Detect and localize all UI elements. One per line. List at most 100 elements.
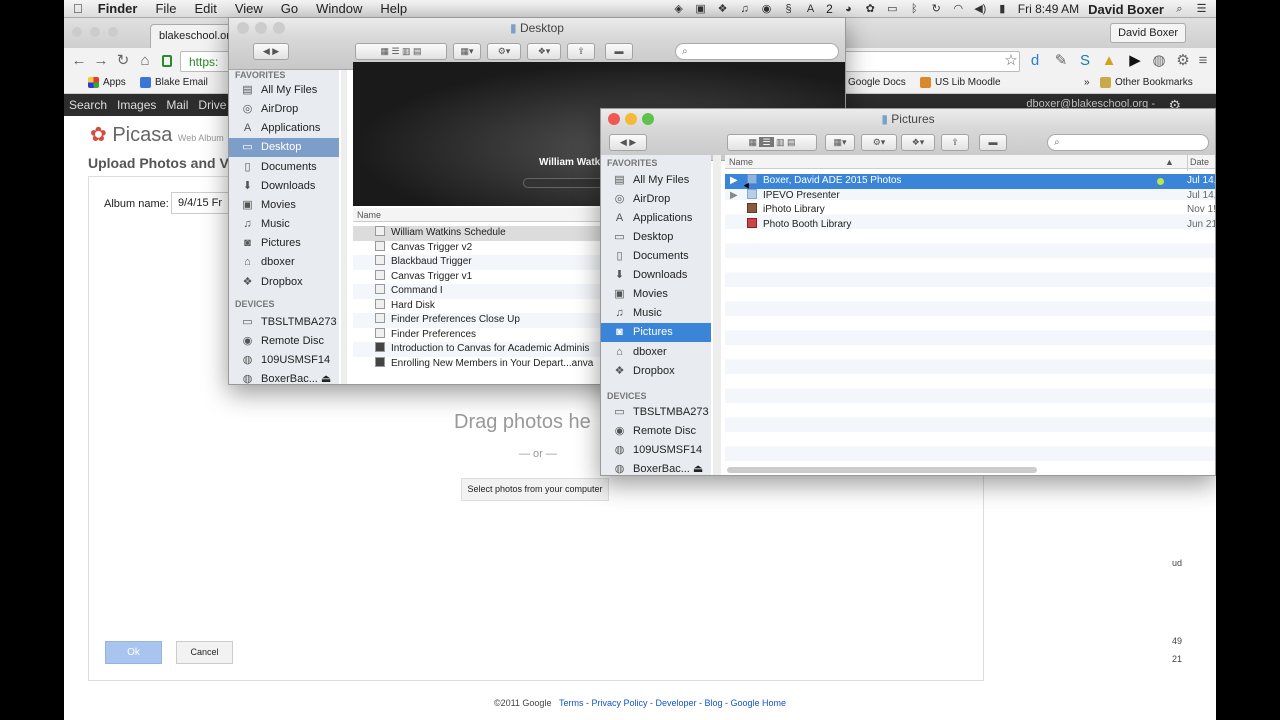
- sidebar-item-pictures[interactable]: ◙ Pictures: [601, 323, 711, 342]
- sidebar-item-desktop[interactable]: ▭ Desktop: [601, 228, 711, 247]
- share-button[interactable]: ⇪: [941, 134, 969, 151]
- minimize-button[interactable]: [625, 113, 637, 125]
- back-forward-buttons[interactable]: ◀ ▶: [609, 134, 647, 151]
- user-menu[interactable]: David Boxer: [1088, 2, 1164, 17]
- footer-google-home-link[interactable]: Google Home: [731, 698, 787, 708]
- sidebar-item-airdrop[interactable]: ◎ AirDrop: [601, 190, 711, 209]
- sidebar-scrollbar[interactable]: [341, 70, 347, 384]
- camera-icon[interactable]: ▣: [694, 3, 707, 15]
- back-forward-buttons[interactable]: ◀ ▶: [253, 43, 289, 60]
- menu-icon[interactable]: ≡: [1194, 52, 1212, 70]
- eject-icon[interactable]: ⏏: [321, 373, 331, 384]
- menu-go[interactable]: Go: [272, 1, 307, 16]
- list-item-boxer-david-ade-2015-photos[interactable]: ▶ Boxer, David ADE 2015 Photos Jul 14,: [725, 174, 1215, 189]
- tags-button[interactable]: ▬: [979, 134, 1007, 151]
- sidebar-item-109usmsf14[interactable]: ◍ 109USMSF14: [229, 351, 339, 370]
- menu-finder[interactable]: Finder: [92, 1, 147, 16]
- sidebar-item-109usmsf14[interactable]: ◍ 109USMSF14: [601, 441, 711, 460]
- view-mode-buttons[interactable]: ▦ ☰ ▥ ▤: [727, 134, 817, 151]
- volume-icon[interactable]: ◀): [974, 3, 987, 15]
- wifi-icon[interactable]: ◠: [952, 3, 965, 15]
- minimize-button[interactable]: [255, 22, 267, 34]
- sidebar-item-movies[interactable]: ▣ Movies: [601, 285, 711, 304]
- album-name-input[interactable]: 9/4/15 Fr: [171, 192, 231, 214]
- tags-button[interactable]: ▬: [605, 43, 633, 60]
- sidebar-item-all-my-files[interactable]: ▤ All My Files: [601, 171, 711, 190]
- s-icon[interactable]: §: [782, 3, 795, 15]
- arrange-button[interactable]: ▦▾: [825, 134, 855, 151]
- dropbox-button[interactable]: ❖▾: [527, 43, 561, 60]
- bookmark-other[interactable]: Other Bookmarks: [1100, 77, 1193, 88]
- select-photos-button[interactable]: Select photos from your computer: [461, 478, 609, 501]
- gear-icon[interactable]: ✿: [864, 3, 877, 15]
- list-item-iphoto-library[interactable]: iPhoto Library Nov 1!: [725, 203, 1215, 218]
- star-icon[interactable]: ☆: [1002, 52, 1020, 70]
- extension-d-icon[interactable]: d: [1026, 52, 1044, 70]
- sidebar-item-dropbox[interactable]: ❖ Dropbox: [601, 362, 711, 381]
- sidebar-item-dropbox[interactable]: ❖ Dropbox: [229, 273, 339, 292]
- zoom-button[interactable]: [642, 113, 654, 125]
- sidebar-item-applications[interactable]: A Applications: [601, 209, 711, 228]
- close-button[interactable]: [237, 22, 249, 34]
- sidebar-item-remote-disc[interactable]: ◉ Remote Disc: [229, 332, 339, 351]
- sidebar-item-boxerbac[interactable]: ◍ BoxerBac... ⏏: [601, 460, 711, 475]
- gbar-images[interactable]: Images: [112, 98, 161, 112]
- bookmark-us-lib-moodle[interactable]: US Lib Moodle: [920, 77, 1001, 88]
- ok-button[interactable]: Ok: [105, 641, 162, 664]
- sidebar-item-music[interactable]: ♫ Music: [601, 304, 711, 323]
- extension-s-icon[interactable]: S: [1076, 52, 1094, 70]
- back-arrow-icon[interactable]: ←: [70, 52, 88, 70]
- battery-icon[interactable]: ▮: [996, 3, 1009, 15]
- sidebar-item-movies[interactable]: ▣ Movies: [229, 196, 339, 215]
- zoom-window-button[interactable]: [108, 27, 118, 37]
- play-icon[interactable]: ▶: [1126, 52, 1144, 70]
- bookmark-blake-email[interactable]: Blake Email: [140, 77, 208, 88]
- reload-icon[interactable]: ↻: [114, 52, 132, 70]
- action-gear-button[interactable]: ⚙▾: [861, 134, 897, 151]
- sidebar-item-downloads[interactable]: ⬇ Downloads: [601, 266, 711, 285]
- time-machine-icon[interactable]: ↻: [930, 3, 943, 15]
- view-mode-buttons[interactable]: ▦ ☰ ▥ ▤: [355, 43, 447, 60]
- airplay-icon[interactable]: ▭: [886, 3, 899, 15]
- pin-icon[interactable]: ◍: [1150, 52, 1168, 70]
- bookmark-apps[interactable]: Apps: [88, 77, 126, 88]
- share-button[interactable]: ⇪: [567, 43, 595, 60]
- action-gear-button[interactable]: ⚙▾: [487, 43, 521, 60]
- notification-center-icon[interactable]: ☰: [1195, 3, 1208, 15]
- window-title-bar[interactable]: ▮ Pictures: [601, 109, 1215, 129]
- chrome-icon[interactable]: ◕: [842, 3, 855, 15]
- dropbox-button[interactable]: ❖▾: [901, 134, 935, 151]
- apple-menu-icon[interactable]: : [64, 1, 92, 16]
- menu-edit[interactable]: Edit: [185, 1, 225, 16]
- sidebar-item-boxerbac[interactable]: ◍ BoxerBac... ⏏: [229, 370, 339, 384]
- eyedropper-icon[interactable]: ✎: [1052, 52, 1070, 70]
- disclosure-triangle-icon[interactable]: ▶: [730, 189, 738, 204]
- minimize-window-button[interactable]: [90, 27, 100, 37]
- list-item-ipevo-presenter[interactable]: ▶ IPEVO Presenter Jul 14,: [725, 188, 1215, 204]
- menu-file[interactable]: File: [146, 1, 185, 16]
- sidebar-item-dboxer[interactable]: ⌂ dboxer: [229, 253, 339, 272]
- arrange-button[interactable]: ▦▾: [453, 43, 481, 60]
- window-title-bar[interactable]: ▮ Desktop: [229, 18, 845, 38]
- sidebar-item-documents[interactable]: ▯ Documents: [601, 247, 711, 266]
- sidebar-item-pictures[interactable]: ◙ Pictures: [229, 234, 339, 253]
- close-window-button[interactable]: [72, 27, 82, 37]
- gbar-search[interactable]: Search: [64, 98, 112, 112]
- sort-arrow-icon[interactable]: ▲: [1165, 155, 1174, 169]
- spotlight-icon[interactable]: ⌕: [1173, 3, 1186, 15]
- profile-button[interactable]: David Boxer: [1110, 23, 1186, 43]
- drive-icon[interactable]: ▲: [1100, 52, 1118, 70]
- home-icon[interactable]: ⌂: [136, 52, 154, 70]
- settings-icon[interactable]: ⚙: [1174, 52, 1192, 70]
- sidebar-item-airdrop[interactable]: ◎ AirDrop: [229, 100, 339, 119]
- sidebar-item-music[interactable]: ♫ Music: [229, 215, 339, 234]
- dropbox-icon[interactable]: ❖: [716, 3, 729, 15]
- evernote-icon[interactable]: ◉: [760, 3, 773, 15]
- disclosure-triangle-icon[interactable]: ▶: [730, 174, 738, 189]
- bookmarks-overflow[interactable]: »: [1084, 77, 1090, 88]
- adobe-icon[interactable]: A: [804, 3, 817, 15]
- bell-icon[interactable]: ♫: [738, 3, 751, 15]
- sidebar-item-dboxer[interactable]: ⌂ dboxer: [601, 343, 711, 362]
- sidebar-item-desktop[interactable]: ▭ Desktop: [229, 138, 339, 157]
- search-field[interactable]: ⌕: [675, 43, 839, 60]
